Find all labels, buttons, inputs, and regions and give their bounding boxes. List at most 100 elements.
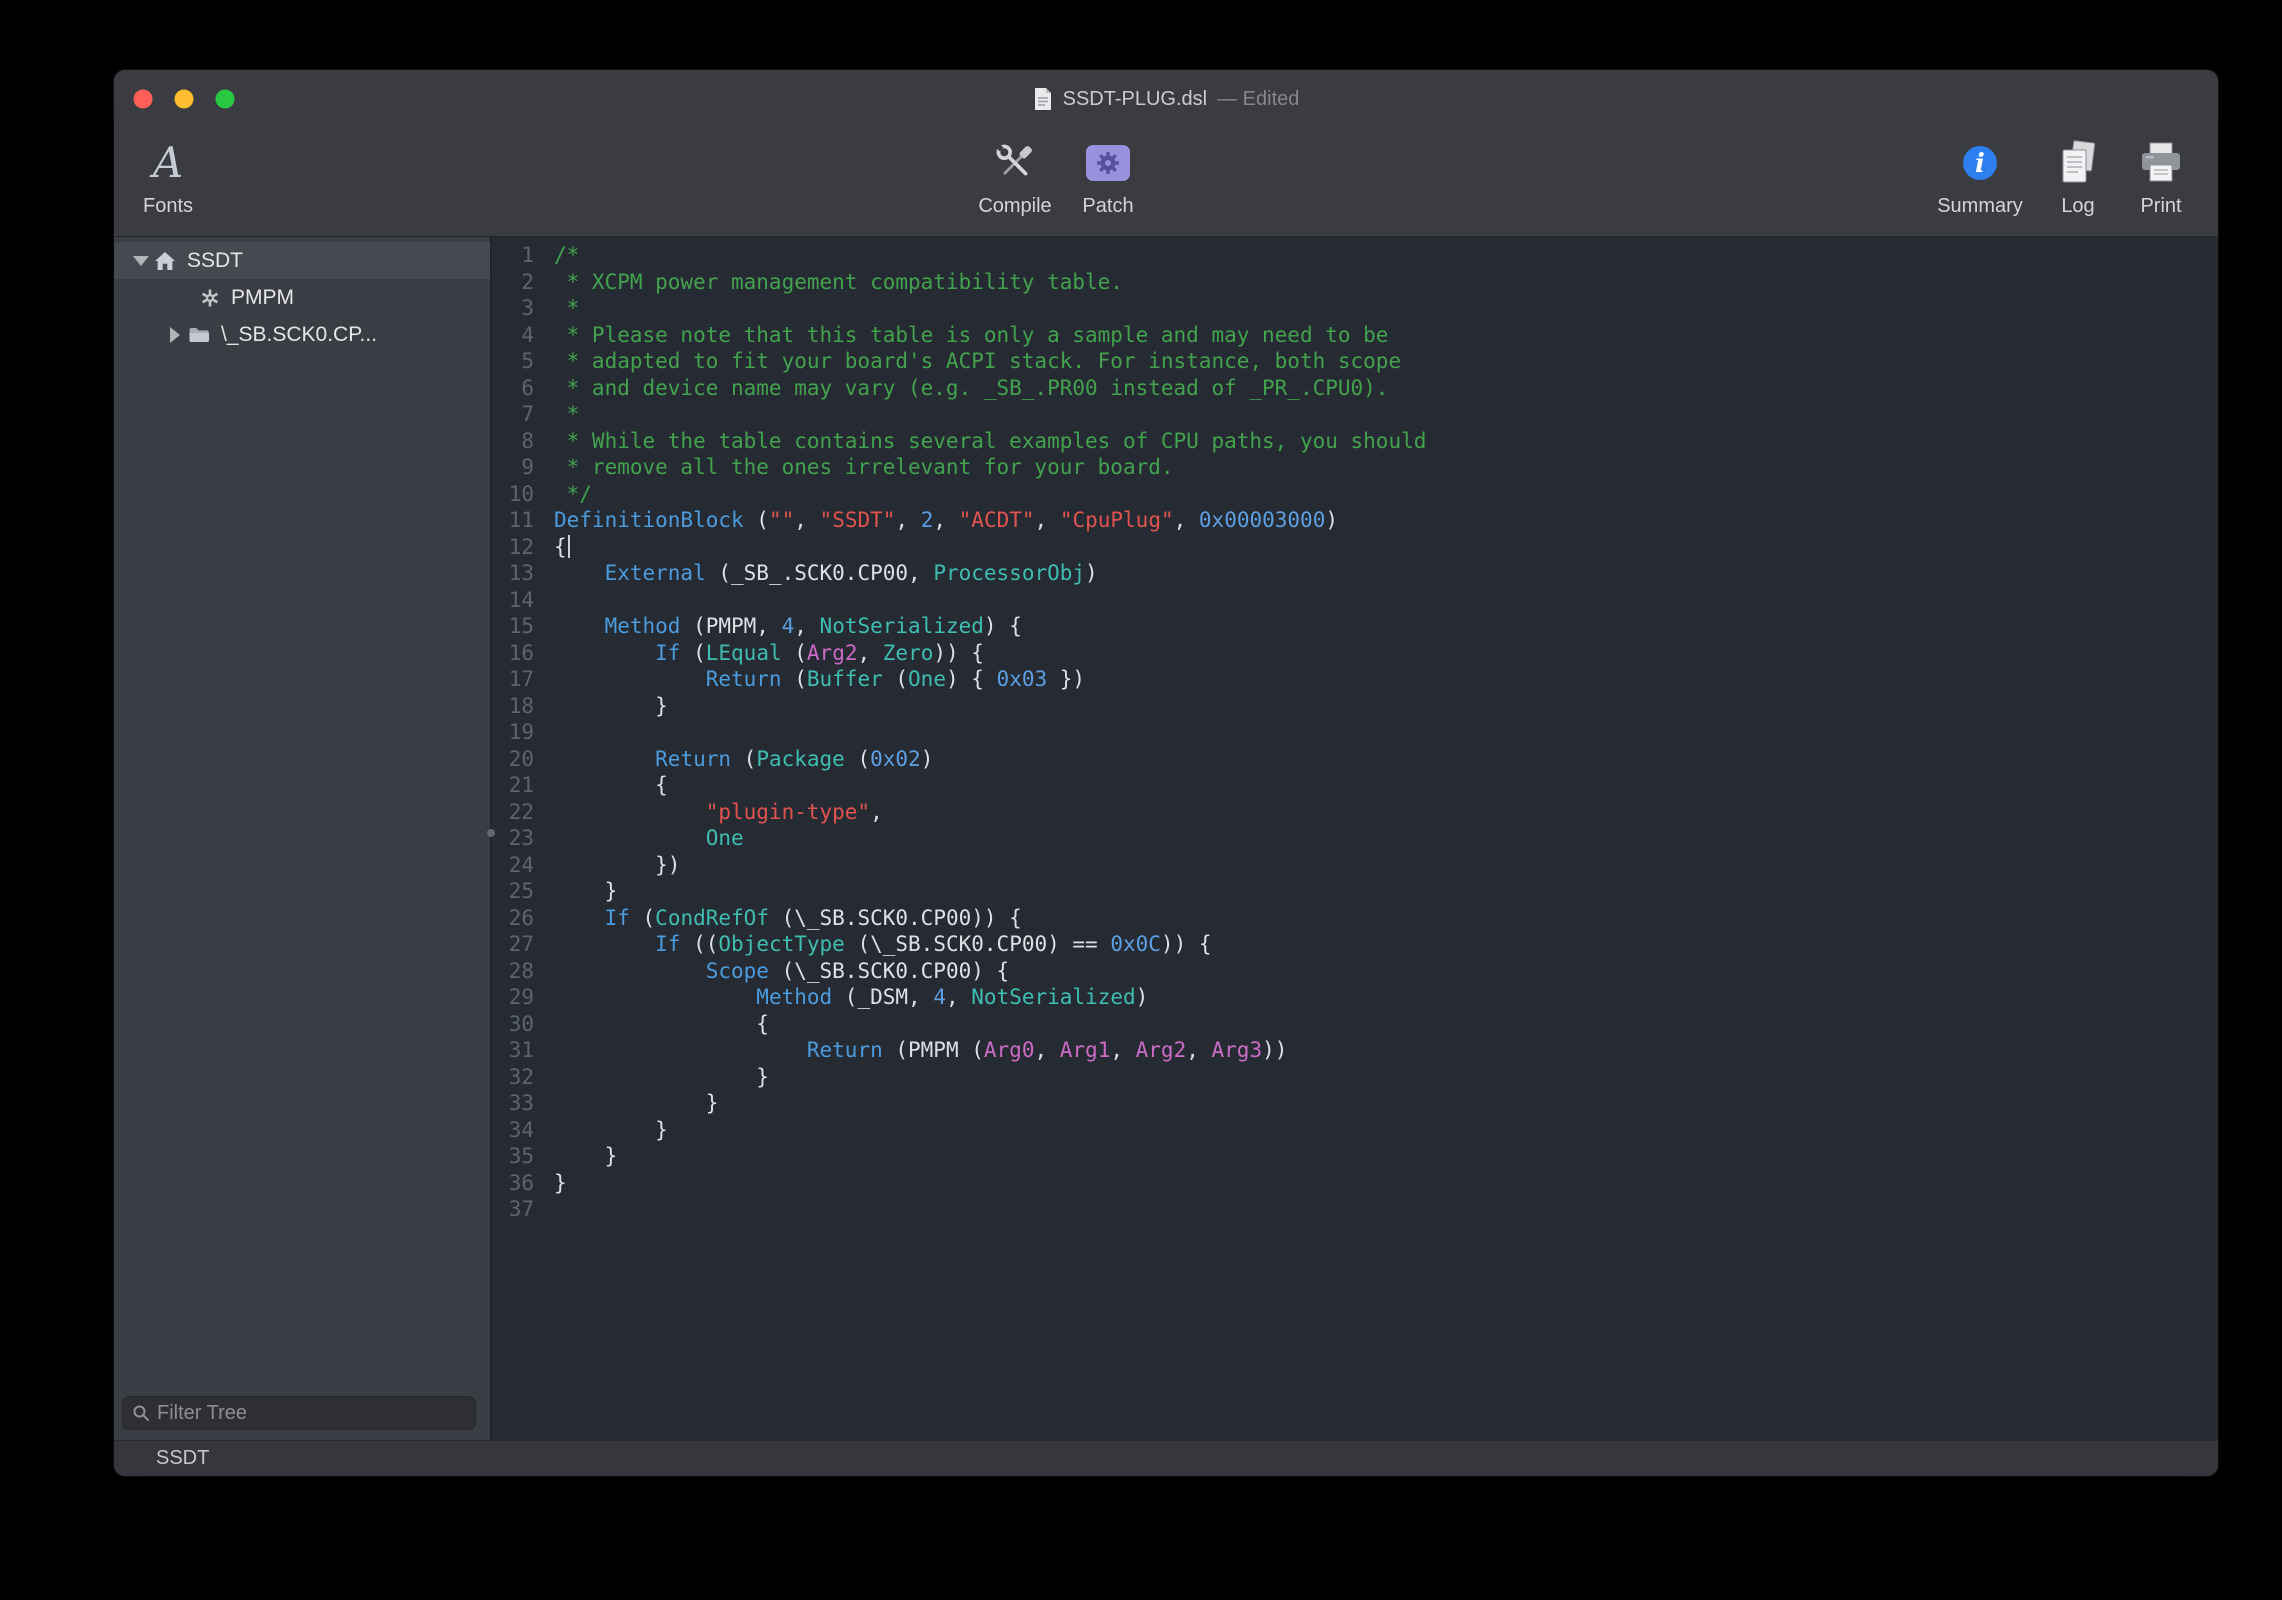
code-token: (_DSM, [832,985,933,1009]
code-token [554,800,706,824]
code-line: 13 External (_SB_.SCK0.CP00, ProcessorOb… [492,560,2218,587]
code-token: )) { [933,641,984,665]
code-token: , [794,614,819,638]
code-line: 22 "plugin-type", [492,799,2218,826]
code-line: 27 If ((ObjectType (\_SB.SCK0.CP00) == 0… [492,931,2218,958]
compile-button[interactable]: Compile [965,134,1065,218]
status-bar: SSDT [114,1440,2218,1476]
code-line-text: If (LEqual (Arg2, Zero)) { [544,640,984,667]
compile-tools-icon [989,137,1041,189]
code-token: (PMPM, [680,614,781,638]
code-token: } [554,1065,769,1089]
code-token: * and device name may vary (e.g. _SB_.PR… [554,376,1388,400]
code-token: LEqual [706,641,782,665]
code-token: If [655,641,680,665]
line-number: 34 [492,1117,544,1144]
print-button[interactable]: Print [2121,134,2201,218]
method-icon [200,288,220,308]
code-line-text: If ((ObjectType (\_SB.SCK0.CP00) == 0x0C… [544,931,1212,958]
code-line-text: * adapted to fit your board's ACPI stack… [544,348,1401,375]
fonts-button[interactable]: A Fonts [120,134,216,218]
code-token: "plugin-type" [706,800,870,824]
code-token: Return [655,747,731,771]
code-token: DefinitionBlock [554,508,744,532]
filter-tree-input[interactable] [157,1402,466,1425]
sidebar-item-sb-sck0-cp[interactable]: \_SB.SCK0.CP... [114,316,490,353]
code-line: 11DefinitionBlock ("", "SSDT", 2, "ACDT"… [492,507,2218,534]
line-number: 3 [492,295,544,322]
text-caret [568,535,570,558]
code-token: (\_SB.SCK0.CP00) { [769,959,1009,983]
code-token: , [857,641,882,665]
code-token: , [1186,1038,1211,1062]
splitter-handle[interactable] [487,829,495,837]
code-line-text: DefinitionBlock ("", "SSDT", 2, "ACDT", … [544,507,1338,534]
line-number: 12 [492,534,544,561]
desktop-background: SSDT-PLUG.dsl — Edited A Fonts [0,0,2282,1600]
line-number: 26 [492,905,544,932]
search-icon [132,1404,150,1422]
sidebar-item-ssdt[interactable]: SSDT [114,242,490,279]
line-number: 6 [492,375,544,402]
code-token: * [554,402,579,426]
patch-button[interactable]: Patch [1068,134,1148,218]
code-token: , [1110,1038,1135,1062]
code-token [554,985,756,1009]
fonts-button-label: Fonts [120,195,216,218]
window-content: SSDT PMPM [114,237,2218,1440]
code-token: * adapted to fit your board's ACPI stack… [554,349,1401,373]
disclosure-down-icon[interactable] [128,256,154,266]
disclosure-right-icon[interactable] [162,327,188,343]
code-line-text: { [544,772,668,799]
info-icon: i [1960,143,2000,183]
code-token: Buffer [807,667,883,691]
code-token [554,906,605,930]
line-number: 30 [492,1011,544,1038]
log-pages-icon [2056,139,2100,187]
code-token [554,932,655,956]
code-token: One [706,826,744,850]
code-line-text: { [544,534,570,561]
line-number: 29 [492,984,544,1011]
log-button[interactable]: Log [2038,134,2118,218]
code-token: 0x00003000 [1199,508,1325,532]
line-number: 23 [492,825,544,852]
code-token: Arg0 [984,1038,1035,1062]
split-divider[interactable] [490,237,492,1440]
code-token: }) [1047,667,1085,691]
code-editor[interactable]: 1/*2 * XCPM power management compatibili… [492,237,2218,1440]
code-token: Return [807,1038,883,1062]
code-line-text [544,587,554,614]
code-token [554,959,706,983]
sidebar-item-pmpm[interactable]: PMPM [114,279,490,316]
code-line: 29 Method (_DSM, 4, NotSerialized) [492,984,2218,1011]
code-line-text: Method (PMPM, 4, NotSerialized) { [544,613,1022,640]
code-line: 7 * [492,401,2218,428]
line-number: 32 [492,1064,544,1091]
code-token: (_SB_.SCK0.CP00, [706,561,934,585]
line-number: 37 [492,1196,544,1223]
line-number: 13 [492,560,544,587]
code-token: ( [744,508,769,532]
window-title: SSDT-PLUG.dsl [1063,88,1207,111]
code-token: { [554,535,567,559]
titlebar[interactable]: SSDT-PLUG.dsl — Edited [114,70,2218,128]
code-token: Method [756,985,832,1009]
code-line-text: * and device name may vary (e.g. _SB_.PR… [544,375,1388,402]
summary-button[interactable]: i Summary [1930,134,2030,218]
code-line: 24 }) [492,852,2218,879]
line-number: 17 [492,666,544,693]
code-token: ProcessorObj [933,561,1085,585]
code-token: , [1174,508,1199,532]
code-line: 31 Return (PMPM (Arg0, Arg1, Arg2, Arg3)… [492,1037,2218,1064]
minimize-button[interactable] [175,90,194,109]
zoom-button[interactable] [216,90,235,109]
close-button[interactable] [134,90,153,109]
line-number: 5 [492,348,544,375]
filter-tree-field[interactable] [122,1396,476,1430]
code-line-text: */ [544,481,592,508]
line-number: 36 [492,1170,544,1197]
code-line-text: Method (_DSM, 4, NotSerialized) [544,984,1148,1011]
code-line-text [544,1196,554,1223]
code-token: "" [769,508,794,532]
